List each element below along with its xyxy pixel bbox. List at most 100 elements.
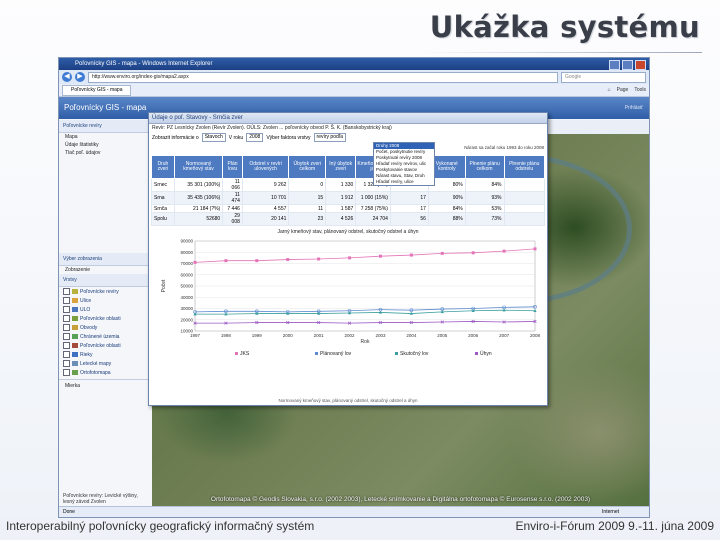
layer-label: Obvody xyxy=(80,324,98,331)
y-tick-label: 50000 xyxy=(180,284,193,289)
x-tick-label: 2008 xyxy=(530,333,541,338)
menu-item-print[interactable]: Tlač poľ. údajov xyxy=(59,149,152,157)
layer-item[interactable]: Ortofotomapa xyxy=(59,368,152,377)
menu-item-statistics[interactable]: Údaje štatistiky xyxy=(59,141,152,149)
table-cell: 93% xyxy=(464,191,505,205)
forward-icon[interactable]: ▶ xyxy=(75,72,85,82)
maximize-button[interactable] xyxy=(622,60,633,70)
layer-swatch xyxy=(72,325,78,330)
dialog-filter-bar: Zobrazit informácie o Stavoch V roku 200… xyxy=(149,132,547,143)
table-cell xyxy=(503,204,545,213)
table-cell: 7 446 xyxy=(222,204,243,213)
app-title: Poľovnícky GIS - mapa xyxy=(64,103,147,112)
x-tick-label: 2004 xyxy=(406,333,417,338)
close-button[interactable] xyxy=(635,60,646,70)
layer-checkbox[interactable] xyxy=(63,288,70,295)
info-select[interactable]: Stavoch xyxy=(201,133,226,142)
legend-marker xyxy=(235,352,238,355)
table-cell: 84% xyxy=(464,178,505,192)
column-header: Druh zveri xyxy=(151,155,175,179)
home-icon[interactable]: ⌂ xyxy=(608,87,611,93)
table-cell xyxy=(503,191,545,205)
x-tick-label: 2002 xyxy=(345,333,356,338)
layer-label: Poľovnícke oblasti xyxy=(80,342,121,349)
year-select[interactable]: 2008 xyxy=(246,133,264,142)
data-point xyxy=(502,249,506,253)
x-axis-label: Rok xyxy=(361,339,370,345)
table-cell: 1 912 xyxy=(325,191,357,205)
layer-checkbox[interactable] xyxy=(63,369,70,376)
y-tick-label: 70000 xyxy=(180,261,193,266)
browser-window-title: Poľovnícky GIS - mapa - Windows Internet… xyxy=(75,61,213,67)
layer-label: Rieky xyxy=(80,351,93,358)
layer-checkbox[interactable] xyxy=(63,360,70,367)
layer-checkbox[interactable] xyxy=(63,306,70,313)
data-point xyxy=(286,258,290,262)
layer-checkbox[interactable] xyxy=(63,342,70,349)
layer-checkbox[interactable] xyxy=(63,315,70,322)
population-chart: 90000 80000 70000 60000 50000 40000 30000 20000… xyxy=(161,239,541,358)
status-zone: Internet xyxy=(602,509,619,515)
table-cell: 20 141 xyxy=(241,212,290,226)
layer-item[interactable]: Rieky xyxy=(59,350,152,359)
browser-tab[interactable]: Poľovnícky GIS - mapa xyxy=(62,84,132,96)
dialog-title: Údaje o poľ. Stavovy - Srnčia zver xyxy=(149,113,547,124)
layer-swatch xyxy=(72,361,78,366)
table-cell: 11 066 xyxy=(222,178,243,192)
slide-title: Ukážka systému xyxy=(429,10,700,44)
layer-label: Poľovnícke oblasti xyxy=(80,315,121,322)
table-cell: 4 557 xyxy=(241,204,290,213)
left-panel: Poľovnícke revíry Mapa Údaje štatistiky … xyxy=(59,120,153,507)
menu-item-map[interactable]: Mapa xyxy=(59,133,152,141)
layer-item[interactable]: Chránené územia xyxy=(59,332,152,341)
legend-marker xyxy=(475,352,478,355)
table-cell: 7 258 (75%) xyxy=(355,204,391,213)
table-cell: Srnča xyxy=(151,204,175,213)
table-cell: 11 474 xyxy=(222,191,243,205)
table-cell: Spolu xyxy=(151,212,175,226)
address-input[interactable]: http://www.enviro.org/index-gis/mapa2.as… xyxy=(88,71,558,83)
table-cell: 9 262 xyxy=(241,178,290,192)
layer-item[interactable]: ULO xyxy=(59,305,152,314)
search-input[interactable]: Google xyxy=(561,71,646,83)
layer-item[interactable]: Poľovnícke oblasti xyxy=(59,314,152,323)
layer-label: Poľovnícke revíry xyxy=(80,288,119,295)
login-link[interactable]: Prihlásiť xyxy=(625,97,643,119)
back-icon[interactable]: ◀ xyxy=(62,72,72,82)
layer-item[interactable]: Obvody xyxy=(59,323,152,332)
section-display[interactable]: Zobrazenie xyxy=(59,266,152,274)
dropdown-option[interactable]: Hľadať revíry, ulice xyxy=(374,179,434,185)
table-cell: 21 184 (?%) xyxy=(173,204,224,213)
tools-menu[interactable]: Tools xyxy=(634,87,646,93)
column-header: Normovaný kmeňový stav xyxy=(173,155,224,179)
layer-swatch xyxy=(72,334,78,339)
dialog-note: Nárast sa začal roku 1993 do roku 2008 xyxy=(464,145,544,150)
table-cell: 1 330 xyxy=(325,178,357,192)
layer-label: Ortofotomapa xyxy=(80,369,111,376)
table-cell: 35 435 (106%) xyxy=(173,191,224,205)
layer-swatch xyxy=(72,298,78,303)
section-view-selection[interactable]: Výber zobrazenia xyxy=(59,253,152,266)
layer-item[interactable]: Poľovnícke revíry xyxy=(59,287,152,296)
layer-checkbox[interactable] xyxy=(63,324,70,331)
dialog-info-line: Revír: PZ Lesnícky Zvolen (Revír Zvolen)… xyxy=(152,125,392,131)
table-row: Srnec 35 301 (100%) 11 066 9 262 0 1 330 1 320… xyxy=(151,178,545,192)
layer-factor-select[interactable]: revíry podľa xyxy=(313,133,347,142)
legend-label: Plánovaný lov xyxy=(320,351,352,357)
layer-swatch xyxy=(72,307,78,312)
data-point xyxy=(255,259,259,263)
section-hunting-grounds[interactable]: Poľovnícke revíry xyxy=(59,120,152,133)
layer-item[interactable]: Poľovnícke oblasti xyxy=(59,341,152,350)
layer-item[interactable]: Letecké mapy xyxy=(59,359,152,368)
x-tick-label: 2006 xyxy=(468,333,479,338)
layer-checkbox[interactable] xyxy=(63,351,70,358)
data-point xyxy=(378,254,382,258)
layer-item[interactable]: Ulice xyxy=(59,296,152,305)
layer-checkbox[interactable] xyxy=(63,297,70,304)
table-cell: 10 701 xyxy=(241,191,290,205)
minimize-button[interactable] xyxy=(609,60,620,70)
legend-label: JKS xyxy=(240,351,250,357)
page-menu[interactable]: Page xyxy=(617,87,629,93)
address-bar: ◀ ▶ http://www.enviro.org/index-gis/mapa… xyxy=(59,70,649,84)
layer-checkbox[interactable] xyxy=(63,333,70,340)
